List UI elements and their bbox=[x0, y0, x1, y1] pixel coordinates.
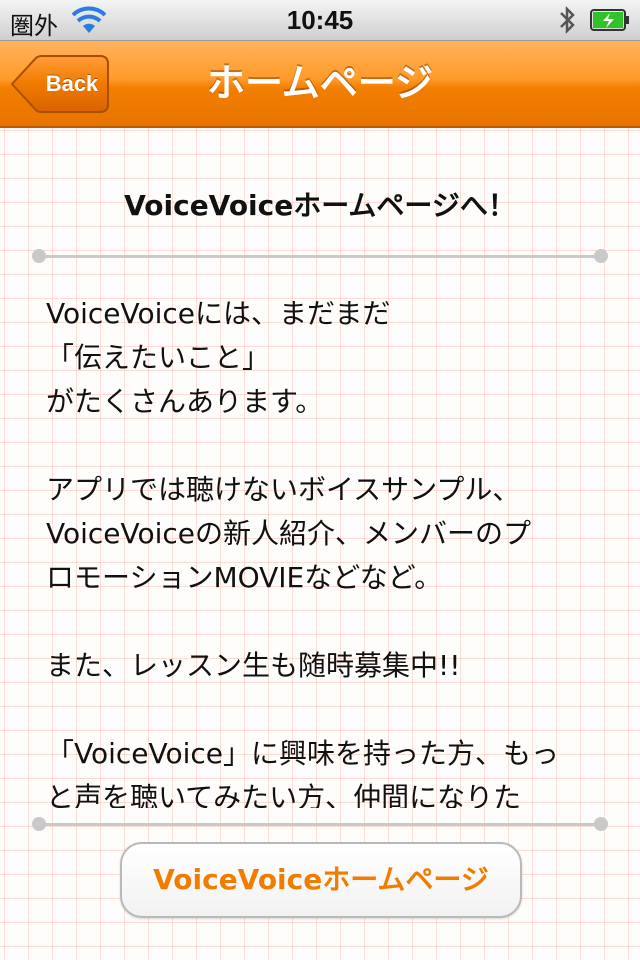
divider-line bbox=[40, 823, 600, 826]
bluetooth-icon bbox=[560, 5, 575, 35]
content-heading: VoiceVoiceホームページへ！ bbox=[124, 189, 516, 222]
homepage-button[interactable]: VoiceVoiceホームページ bbox=[120, 842, 522, 918]
back-button[interactable]: Back bbox=[10, 55, 110, 113]
top-divider bbox=[32, 248, 608, 264]
body-text-line: がたくさんあります。 bbox=[46, 385, 324, 418]
body-text-line: VoiceVoiceの新人紹介、メンバーのプ bbox=[46, 517, 532, 550]
body-text-line: VoiceVoiceには、まだまだ bbox=[46, 297, 391, 330]
body-text-line: 「伝えたいこと」 bbox=[46, 341, 271, 374]
body-text-line: と声を聴いてみたい方、仲間になりた bbox=[46, 781, 522, 808]
body-text-line bbox=[46, 688, 606, 732]
body-text-line bbox=[46, 424, 606, 468]
status-time: 10:45 bbox=[286, 5, 354, 35]
page-title: ホームページ bbox=[206, 61, 434, 105]
body-text-line: アプリでは聴けないボイスサンプル、 bbox=[46, 473, 521, 506]
divider-line bbox=[40, 255, 600, 258]
body-text-line: また、レッスン生も随時募集中!! bbox=[46, 649, 461, 682]
battery-charging-icon bbox=[590, 9, 629, 31]
bottom-divider bbox=[32, 816, 608, 832]
body-text-line bbox=[46, 600, 606, 644]
navigation-bar: Back ホームページ bbox=[0, 41, 640, 128]
scrollable-text-view[interactable]: VoiceVoiceには、まだまだ 「伝えたいこと」がたくさんあります。アプリでは… bbox=[46, 292, 606, 808]
status-bar: 圏外 10:45 bbox=[0, 0, 640, 41]
back-button-label: Back bbox=[45, 71, 99, 96]
divider-end-dot bbox=[594, 249, 608, 263]
body-text-line: ロモーションMOVIEなどなど。 bbox=[46, 561, 443, 594]
body-text: VoiceVoiceには、まだまだ 「伝えたいこと」がたくさんあります。アプリでは… bbox=[46, 292, 606, 808]
body-text-line: 「VoiceVoice」に興味を持った方、もっ bbox=[46, 737, 560, 770]
content-area: VoiceVoiceホームページへ！ VoiceVoiceには、まだまだ 「伝えた… bbox=[0, 128, 640, 960]
divider-end-dot bbox=[594, 817, 608, 831]
